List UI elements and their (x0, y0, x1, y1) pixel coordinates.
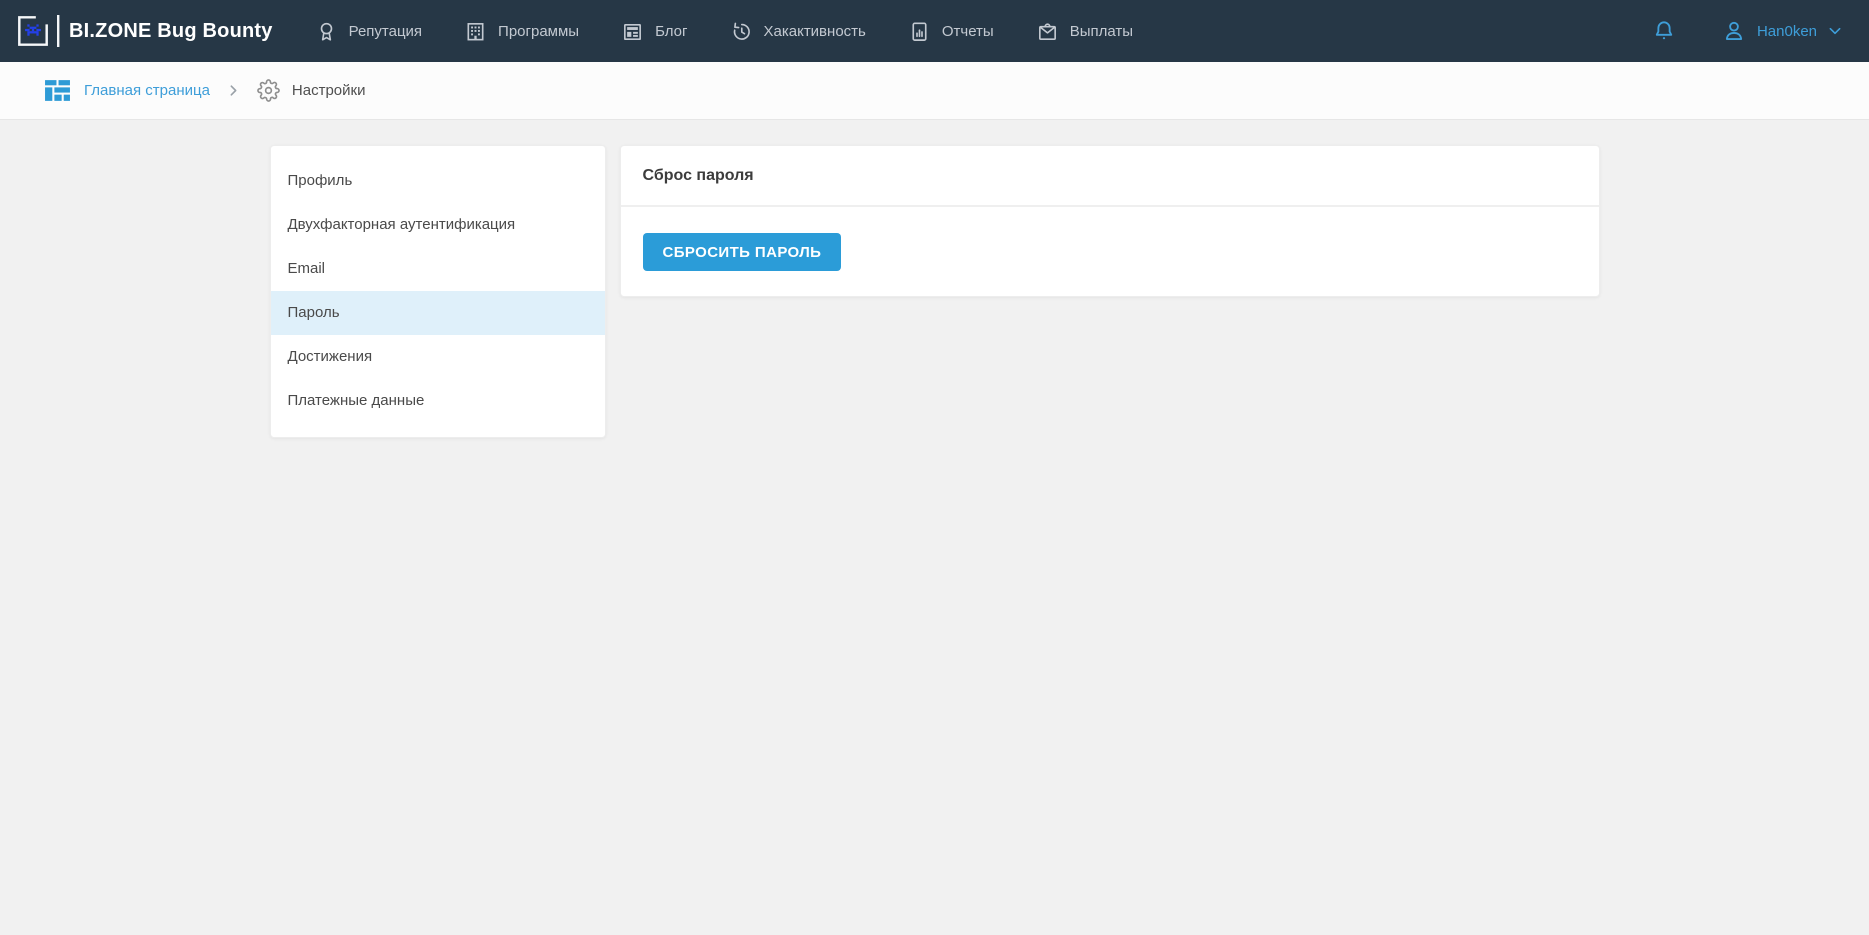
building-icon (464, 20, 487, 43)
payout-icon (1036, 20, 1059, 43)
logo-divider (57, 15, 60, 47)
user-menu[interactable]: Han0ken (1721, 18, 1843, 44)
nav-item-label: Выплаты (1070, 23, 1133, 40)
breadcrumb-current-label: Настройки (292, 82, 366, 99)
nav-item-hackactivity[interactable]: Хакактивность (730, 20, 866, 43)
menu-item-password[interactable]: Пароль (271, 291, 605, 335)
navbar-right: Han0ken (1651, 18, 1843, 44)
user-name: Han0ken (1757, 23, 1817, 40)
menu-item-email[interactable]: Email (271, 247, 605, 291)
notifications-bell-icon[interactable] (1651, 18, 1677, 44)
menu-item-2fa[interactable]: Двухфакторная аутентификация (271, 203, 605, 247)
breadcrumb-current: Настройки (257, 79, 366, 102)
menu-item-payment-data[interactable]: Платежные данные (271, 379, 605, 423)
settings-menu-card: Профиль Двухфакторная аутентификация Ema… (270, 145, 606, 438)
nav-item-label: Программы (498, 23, 579, 40)
menu-item-profile[interactable]: Профиль (271, 159, 605, 203)
nav-item-blog[interactable]: Блог (621, 20, 687, 43)
brand-logo[interactable]: BI.ZONE Bug Bounty (16, 14, 273, 48)
menu-item-achievements[interactable]: Достижения (271, 335, 605, 379)
chevron-right-icon (227, 84, 240, 97)
nav-item-programs[interactable]: Программы (464, 20, 579, 43)
password-reset-panel: Сброс пароля СБРОСИТЬ ПАРОЛЬ (620, 145, 1600, 297)
newspaper-icon (621, 20, 644, 43)
medal-icon (315, 20, 338, 43)
settings-page: Профиль Двухфакторная аутентификация Ema… (270, 145, 1600, 438)
nav-item-label: Репутация (349, 23, 422, 40)
reset-password-button[interactable]: СБРОСИТЬ ПАРОЛЬ (643, 233, 842, 271)
nav-item-reports[interactable]: Отчеты (908, 20, 994, 43)
report-icon (908, 20, 931, 43)
nav-item-label: Отчеты (942, 23, 994, 40)
nav-item-label: Блог (655, 23, 687, 40)
breadcrumb: Главная страница Настройки (0, 62, 1869, 120)
main-nav: Репутация Программы (315, 20, 1133, 43)
panel-body: СБРОСИТЬ ПАРОЛЬ (621, 207, 1599, 296)
dashboard-icon (44, 77, 71, 104)
panel-title: Сброс пароля (621, 146, 1599, 207)
brand-title: BI.ZONE Bug Bounty (69, 20, 273, 43)
nav-item-reputation[interactable]: Репутация (315, 20, 422, 43)
breadcrumb-home-link[interactable]: Главная страница (44, 77, 210, 104)
gear-icon (257, 79, 280, 102)
history-icon (730, 20, 753, 43)
bizone-bug-logo-icon (16, 14, 60, 48)
breadcrumb-home-label: Главная страница (84, 82, 210, 99)
user-avatar-icon (1721, 18, 1747, 44)
chevron-down-icon (1827, 23, 1843, 39)
top-navbar: BI.ZONE Bug Bounty Репутация (0, 0, 1869, 62)
nav-item-payouts[interactable]: Выплаты (1036, 20, 1133, 43)
nav-item-label: Хакактивность (764, 23, 866, 40)
